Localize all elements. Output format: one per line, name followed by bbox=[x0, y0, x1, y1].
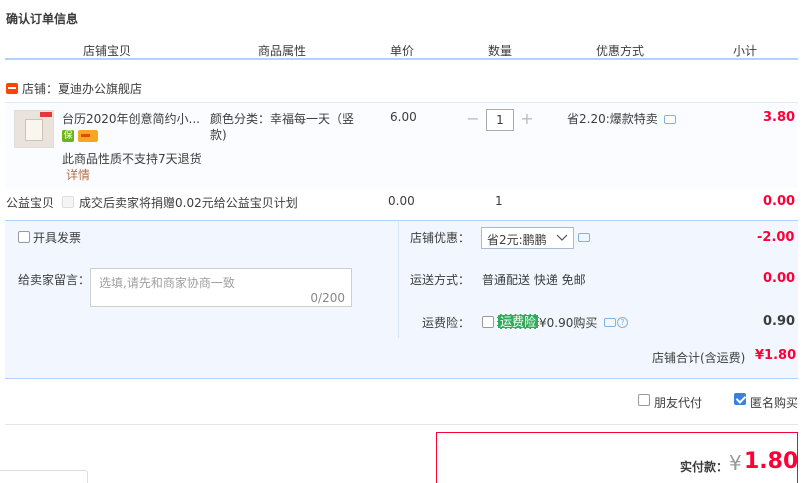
options-divider bbox=[398, 220, 399, 338]
item-subtotal: 3.80 bbox=[763, 110, 796, 125]
help-icon[interactable]: ? bbox=[617, 317, 628, 328]
quantity-stepper: − 1 + bbox=[462, 109, 538, 131]
insurance-tag: 运费险 bbox=[497, 314, 540, 329]
message-label: 给卖家留言： bbox=[18, 273, 91, 287]
product-thumbnail[interactable] bbox=[14, 110, 54, 148]
shipping-label: 运送方式： bbox=[410, 273, 471, 287]
payment-currency: ¥ bbox=[729, 451, 742, 475]
col-header-subtotal: 小计 bbox=[733, 44, 758, 58]
invoice-label[interactable]: 开具发票 bbox=[33, 229, 81, 246]
attr-label: 颜色分类： bbox=[210, 112, 271, 126]
shop-discount-selected: 省2元:鹏鹏 bbox=[487, 233, 547, 247]
payment-summary-box: 实付款： ¥ 1.80 bbox=[436, 432, 798, 483]
shop-label: 店铺： bbox=[22, 82, 59, 96]
attr-value: 幸福每一天（竖 bbox=[270, 112, 355, 126]
footer-divider bbox=[5, 424, 798, 425]
message-textarea[interactable]: 选填,请先和商家协商一致 0/200 bbox=[90, 268, 352, 307]
chevron-down-icon bbox=[556, 231, 568, 241]
guarantee-badge-icon[interactable]: 保 bbox=[62, 130, 74, 142]
insurance-checkbox[interactable] bbox=[482, 316, 494, 328]
side-panel-edge bbox=[0, 470, 88, 483]
shop-total-amount: ¥1.80 bbox=[755, 348, 797, 363]
quantity-input[interactable]: 1 bbox=[486, 109, 514, 131]
chat-icon[interactable] bbox=[664, 115, 676, 124]
friend-pay-label[interactable]: 朋友代付 bbox=[654, 394, 702, 411]
col-header-unit-price: 单价 bbox=[390, 44, 415, 58]
shop-name-row[interactable]: 店铺：夏迪办公旗舰店 bbox=[22, 80, 142, 97]
payment-amount: 1.80 bbox=[744, 449, 799, 474]
no-return-notice: 此商品性质不支持7天退货 bbox=[62, 152, 202, 166]
col-header-attributes: 商品属性 bbox=[258, 44, 307, 58]
charity-subtotal: 0.00 bbox=[763, 194, 796, 209]
anonymous-checkbox[interactable] bbox=[734, 393, 746, 405]
charity-checkbox bbox=[62, 196, 74, 208]
increase-button[interactable]: + bbox=[516, 109, 538, 131]
product-attr-line1: 颜色分类：幸福每一天（竖 bbox=[210, 110, 354, 127]
unit-price: 6.00 bbox=[390, 110, 417, 124]
page-title: 确认订单信息 bbox=[6, 12, 79, 26]
message-counter: 0/200 bbox=[310, 291, 345, 305]
shipping-amount: 0.00 bbox=[763, 271, 796, 286]
anonymous-label[interactable]: 匿名购买 bbox=[750, 394, 798, 411]
charity-quantity: 1 bbox=[495, 194, 503, 208]
payment-label: 实付款： bbox=[680, 460, 729, 474]
decrease-button[interactable]: − bbox=[462, 109, 484, 131]
shop-discount-label: 店铺优惠： bbox=[410, 231, 471, 245]
product-attr-line2: 款) bbox=[210, 128, 227, 142]
insurance-chat-icon[interactable] bbox=[604, 318, 616, 327]
shop-total-label: 店铺合计(含运费) bbox=[652, 351, 746, 365]
shipping-value: 普通配送 快递 免邮 bbox=[482, 273, 586, 287]
insurance-label: 运费险： bbox=[422, 316, 471, 330]
col-header-shop-item: 店铺宝贝 bbox=[83, 44, 132, 58]
charity-label: 公益宝贝 bbox=[6, 196, 55, 210]
credit-card-icon[interactable] bbox=[78, 130, 98, 142]
col-header-quantity: 数量 bbox=[488, 44, 513, 58]
message-placeholder: 选填,请先和商家协商一致 bbox=[99, 276, 235, 290]
shop-discount-select[interactable]: 省2元:鹏鹏 bbox=[481, 227, 574, 249]
shop-discount-amount: -2.00 bbox=[757, 230, 795, 245]
insurance-amount: 0.90 bbox=[763, 314, 796, 329]
discount-info-icon[interactable] bbox=[578, 233, 590, 242]
header-divider bbox=[5, 58, 798, 60]
product-name[interactable]: 台历2020年创意简约小... bbox=[62, 110, 200, 127]
col-header-discount: 优惠方式 bbox=[596, 44, 645, 58]
invoice-checkbox[interactable] bbox=[18, 231, 30, 243]
detail-link[interactable]: 详情 bbox=[66, 166, 90, 183]
friend-pay-checkbox[interactable] bbox=[638, 394, 650, 406]
insurance-price: ¥0.90购买 bbox=[539, 316, 598, 330]
charity-description: 成交后卖家将捐赠0.02元给公益宝贝计划 bbox=[79, 196, 298, 210]
promo-text: 省2.20:爆款特卖 bbox=[567, 112, 658, 126]
shop-name[interactable]: 夏迪办公旗舰店 bbox=[58, 82, 142, 96]
shop-icon bbox=[6, 83, 18, 94]
charity-price: 0.00 bbox=[388, 194, 415, 208]
